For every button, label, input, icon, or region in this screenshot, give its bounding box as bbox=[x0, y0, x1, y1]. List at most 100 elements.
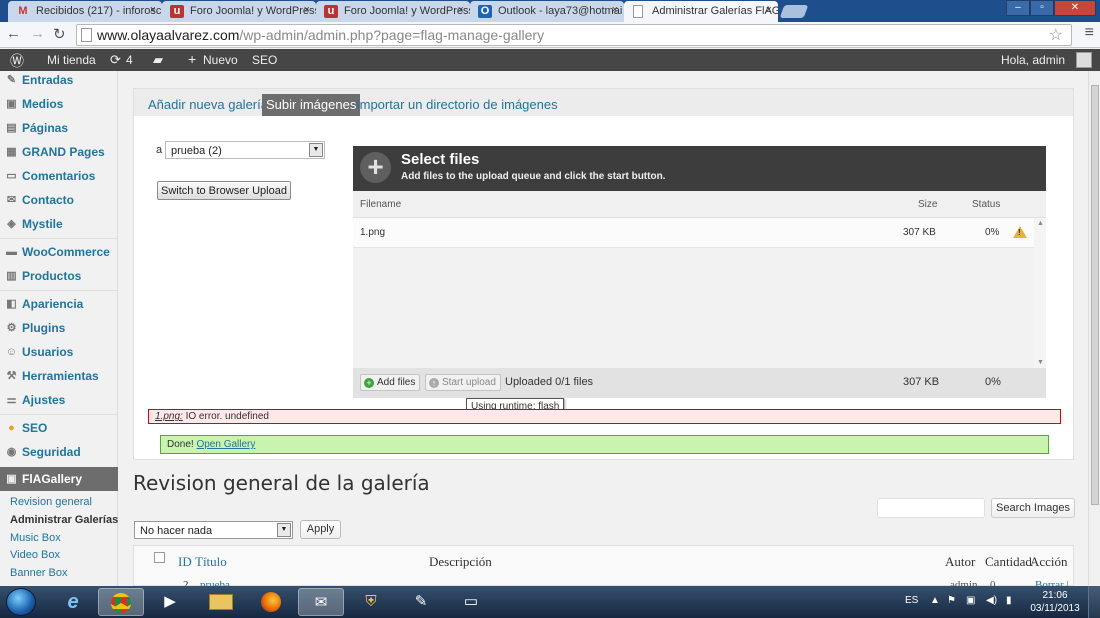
scroll-down-icon[interactable]: ▼ bbox=[1037, 359, 1044, 366]
network-icon[interactable]: ▮ bbox=[1006, 595, 1012, 606]
upload-tabs: Añadir nueva galería Subir imágenes Impo… bbox=[134, 89, 1073, 116]
tray-flag-icon[interactable]: ⚑ bbox=[947, 595, 956, 606]
album-select[interactable]: prueba (2) ▼ bbox=[165, 141, 325, 159]
browser-tab-gmail[interactable]: M Recibidos (217) - inforosc × bbox=[8, 1, 162, 22]
submenu-revision-general[interactable]: Revision general bbox=[10, 496, 92, 508]
sidebar-item-entradas[interactable]: ✎ Entradas bbox=[0, 70, 118, 92]
avatar[interactable] bbox=[1076, 52, 1092, 68]
page-title: Revision general de la galería bbox=[133, 471, 430, 495]
users-icon: ☺ bbox=[5, 346, 18, 358]
media-player-icon[interactable]: ▶ bbox=[147, 588, 193, 616]
tab-close-icon[interactable]: × bbox=[304, 4, 310, 16]
tab-close-icon[interactable]: × bbox=[612, 4, 618, 16]
tab-close-icon[interactable]: × bbox=[150, 4, 156, 16]
new-content-link[interactable]: Nuevo bbox=[203, 53, 238, 67]
file-size: 307 KB bbox=[903, 227, 936, 238]
file-explorer-icon[interactable] bbox=[198, 588, 244, 616]
sidebar-item-usuarios[interactable]: ☺ Usuarios bbox=[0, 342, 118, 364]
search-images-button[interactable]: Search Images bbox=[991, 498, 1075, 518]
bookmark-star-icon[interactable]: ☆ bbox=[1049, 25, 1063, 45]
list-item[interactable]: 1.png 307 KB 0% ! bbox=[353, 218, 1034, 248]
tab-upload-images[interactable]: Subir imágenes bbox=[262, 94, 361, 116]
select-all-checkbox[interactable] bbox=[154, 552, 165, 563]
tools-app-icon[interactable]: ✎ bbox=[398, 588, 444, 616]
sidebar-item-apariencia[interactable]: ◧ Apariencia bbox=[0, 294, 118, 316]
submenu-video-box[interactable]: Video Box bbox=[10, 549, 60, 561]
sidebar-item-contacto[interactable]: ✉ Contacto bbox=[0, 190, 118, 212]
browser-tab-joomla-2[interactable]: u Foro Joomla! y WordPress × bbox=[316, 1, 470, 22]
sidebar-item-grand-pages[interactable]: ▦ GRAND Pages bbox=[0, 142, 118, 164]
error-file: 1.png: bbox=[155, 411, 183, 422]
seo-link[interactable]: SEO bbox=[252, 53, 277, 67]
tray-device-icon[interactable]: ▣ bbox=[966, 595, 975, 606]
minimize-icon[interactable]: – bbox=[1006, 0, 1030, 16]
add-files-button[interactable]: + Add files bbox=[360, 374, 421, 391]
tab-import-directory[interactable]: Importar un directorio de imágenes bbox=[352, 94, 562, 116]
tab-add-gallery[interactable]: Añadir nueva galería bbox=[144, 94, 272, 116]
submenu-administrar-galerias[interactable]: Administrar Galerías bbox=[10, 514, 118, 526]
updates-icon[interactable]: ⟳ bbox=[110, 52, 121, 68]
sidebar-item-mystile[interactable]: ◈ Mystile bbox=[0, 214, 118, 236]
sidebar-item-woocommerce[interactable]: ▬ WooCommerce bbox=[0, 242, 118, 264]
column-status: Status bbox=[972, 199, 1001, 210]
contact-icon: ✉ bbox=[6, 194, 17, 206]
column-id[interactable]: ID bbox=[178, 554, 192, 570]
address-bar[interactable]: www.olayaalvarez.com/wp-admin/admin.php?… bbox=[76, 24, 1072, 46]
maximize-icon[interactable]: ▫ bbox=[1030, 0, 1054, 16]
sidebar-item-flagallery[interactable]: ▣ FlAGallery bbox=[0, 467, 118, 491]
greeting[interactable]: Hola, admin bbox=[1001, 53, 1065, 67]
sidebar-item-productos[interactable]: ▥ Productos bbox=[0, 266, 118, 288]
back-icon[interactable]: ← bbox=[6, 25, 21, 42]
sidebar-item-plugins[interactable]: ⚙ Plugins bbox=[0, 318, 118, 340]
new-tab-button[interactable] bbox=[779, 5, 809, 18]
scrollbar-thumb[interactable] bbox=[1091, 85, 1099, 505]
browser-tab-active[interactable]: Administrar Galerías FlAG × bbox=[624, 1, 778, 22]
sidebar-item-ajustes[interactable]: ⚌ Ajustes bbox=[0, 390, 118, 412]
reload-icon[interactable]: ↻ bbox=[53, 25, 66, 43]
tab-close-icon[interactable]: × bbox=[766, 4, 772, 16]
search-input[interactable] bbox=[877, 498, 985, 518]
switch-browser-upload-button[interactable]: Switch to Browser Upload bbox=[157, 181, 291, 200]
bulk-action-select[interactable]: No hacer nada ▼ bbox=[134, 521, 293, 539]
plus-icon[interactable]: + bbox=[188, 51, 196, 67]
tab-close-icon[interactable]: × bbox=[458, 4, 464, 16]
language-indicator[interactable]: ES bbox=[905, 595, 918, 606]
page-scrollbar[interactable] bbox=[1088, 71, 1100, 586]
column-title[interactable]: Título bbox=[195, 554, 227, 570]
sidebar-item-herramientas[interactable]: ⚒ Herramientas bbox=[0, 366, 118, 388]
volume-icon[interactable]: ◀) bbox=[986, 595, 997, 606]
taskbar-clock[interactable]: 21:06 03/11/2013 bbox=[1030, 589, 1080, 615]
uploader-title: Select files bbox=[401, 151, 480, 168]
apply-button[interactable]: Apply bbox=[300, 520, 341, 539]
start-upload-button[interactable]: ↑ Start upload bbox=[425, 374, 501, 391]
updates-count[interactable]: 4 bbox=[126, 53, 133, 67]
forward-icon[interactable]: → bbox=[30, 25, 45, 42]
wordpress-logo-icon[interactable]: Ⓦ bbox=[10, 51, 24, 71]
sidebar-item-comentarios[interactable]: ▭ Comentarios bbox=[0, 166, 118, 188]
submenu-music-box[interactable]: Music Box bbox=[10, 532, 61, 544]
upload-file-list: 1.png 307 KB 0% ! ▲ ▼ bbox=[353, 218, 1046, 368]
tray-expand-icon[interactable]: ▲ bbox=[930, 595, 940, 606]
site-name-link[interactable]: Mi tienda bbox=[47, 53, 96, 67]
sidebar-item-seguridad[interactable]: ◉ Seguridad bbox=[0, 442, 118, 464]
menu-icon[interactable]: ≡ bbox=[1085, 24, 1094, 42]
scroll-up-icon[interactable]: ▲ bbox=[1037, 220, 1044, 227]
start-button-icon[interactable] bbox=[6, 588, 36, 616]
open-gallery-link[interactable]: Open Gallery bbox=[196, 439, 255, 450]
file-list-scrollbar[interactable]: ▲ ▼ bbox=[1034, 218, 1046, 368]
security-shield-icon[interactable]: ⛨ bbox=[348, 588, 394, 616]
browser-tab-joomla-1[interactable]: u Foro Joomla! y WordPress × bbox=[162, 1, 316, 22]
sidebar-item-seo[interactable]: ● SEO bbox=[0, 418, 118, 440]
outlook-app-icon[interactable]: ✉ bbox=[298, 588, 344, 616]
sidebar-item-medios[interactable]: ▣ Medios bbox=[0, 94, 118, 116]
chrome-icon[interactable] bbox=[98, 588, 144, 616]
firefox-icon[interactable] bbox=[248, 588, 294, 616]
show-desktop-button[interactable] bbox=[1088, 586, 1100, 618]
internet-explorer-icon[interactable]: e bbox=[50, 588, 96, 616]
window-close-icon[interactable]: ✕ bbox=[1054, 0, 1096, 16]
window-app-icon[interactable]: ▭ bbox=[448, 588, 494, 616]
browser-tab-outlook[interactable]: O Outlook - laya73@hotmai × bbox=[470, 1, 624, 22]
submenu-banner-box[interactable]: Banner Box bbox=[10, 567, 67, 579]
comments-icon[interactable]: ▰ bbox=[153, 52, 163, 68]
sidebar-item-paginas[interactable]: ▤ Páginas bbox=[0, 118, 118, 140]
